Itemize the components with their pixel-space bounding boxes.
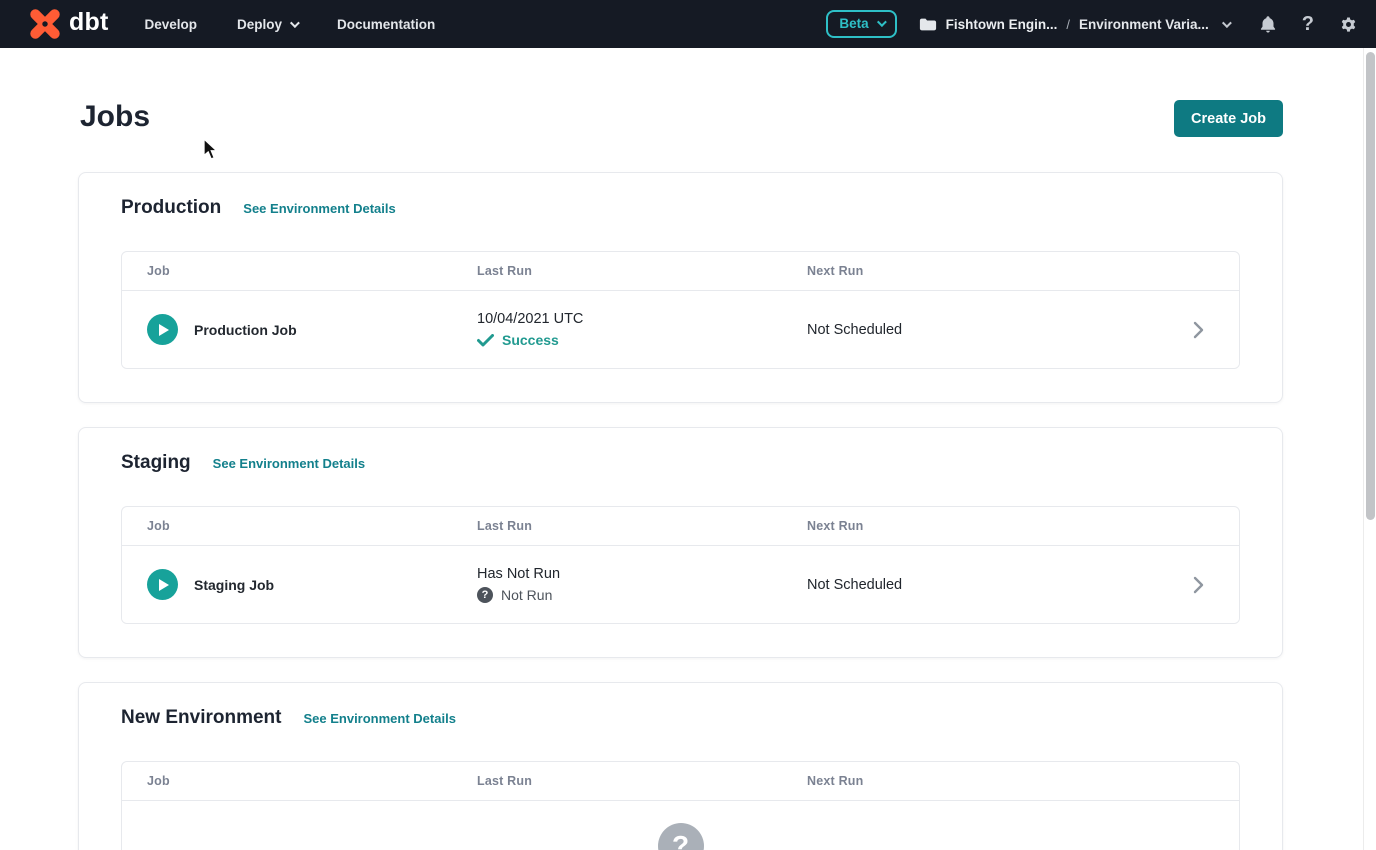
- chevron-down-icon[interactable]: [1222, 18, 1232, 28]
- top-nav: dbt Develop Deploy Documentation Beta Fi…: [0, 0, 1376, 48]
- play-icon: [159, 324, 169, 336]
- jobs-table: Job Last Run Next Run Production Job 10/…: [121, 251, 1240, 369]
- job-name: Production Job: [194, 322, 297, 338]
- status-label: Success: [502, 332, 559, 348]
- job-row[interactable]: Production Job 10/04/2021 UTC Success No…: [122, 291, 1239, 368]
- play-icon: [159, 579, 169, 591]
- jobs-table-header: Job Last Run Next Run: [122, 507, 1239, 546]
- environment-name: Production: [121, 197, 221, 219]
- last-run-cell: Has Not Run ? Not Run: [477, 566, 807, 603]
- environment-card-header: Staging See Environment Details: [121, 452, 1240, 474]
- job-cell: Staging Job: [147, 569, 477, 600]
- chevron-right-icon[interactable]: [1193, 321, 1239, 339]
- status-label: Not Run: [501, 587, 552, 603]
- column-header-next-run: Next Run: [807, 519, 1193, 533]
- dbt-brand-text: dbt: [69, 10, 108, 38]
- dbt-logo[interactable]: dbt: [28, 7, 108, 41]
- page-header: Jobs Create Job: [78, 100, 1283, 137]
- jobs-table-header: Job Last Run Next Run: [122, 252, 1239, 291]
- scrollbar-track[interactable]: [1363, 48, 1376, 850]
- breadcrumb-project[interactable]: Environment Varia...: [1079, 17, 1209, 32]
- job-row[interactable]: Staging Job Has Not Run ? Not Run Not Sc…: [122, 546, 1239, 623]
- create-job-button[interactable]: Create Job: [1174, 100, 1283, 137]
- breadcrumb: Fishtown Engin... / Environment Varia...: [919, 17, 1229, 32]
- gear-icon[interactable]: [1339, 15, 1358, 34]
- see-environment-details-link[interactable]: See Environment Details: [303, 711, 455, 726]
- chevron-down-icon: [290, 18, 300, 28]
- environment-name: New Environment: [121, 707, 281, 729]
- run-job-play-button[interactable]: [147, 569, 178, 600]
- job-name: Staging Job: [194, 577, 274, 593]
- column-header-job: Job: [147, 519, 477, 533]
- environment-card-staging: Staging See Environment Details Job Last…: [78, 427, 1283, 658]
- breadcrumb-separator: /: [1066, 17, 1070, 32]
- next-run-cell: Not Scheduled: [807, 577, 1193, 593]
- last-run-status: Success: [477, 332, 807, 348]
- column-header-last-run: Last Run: [477, 774, 807, 788]
- chevron-right-icon[interactable]: [1193, 576, 1239, 594]
- last-run-date: 10/04/2021 UTC: [477, 311, 807, 327]
- jobs-table: Job Last Run Next Run Staging Job Has No…: [121, 506, 1240, 624]
- run-job-play-button[interactable]: [147, 314, 178, 345]
- folder-icon: [919, 17, 937, 32]
- next-run-cell: Not Scheduled: [807, 322, 1193, 338]
- dbt-logo-icon: [28, 7, 62, 41]
- scrollbar-thumb[interactable]: [1366, 52, 1375, 520]
- empty-jobs-state: ?: [122, 801, 1239, 850]
- check-icon: [477, 334, 494, 347]
- nav-link-documentation[interactable]: Documentation: [337, 17, 435, 32]
- column-header-last-run: Last Run: [477, 264, 807, 278]
- environment-card-header: Production See Environment Details: [121, 197, 1240, 219]
- breadcrumb-account[interactable]: Fishtown Engin...: [946, 17, 1058, 32]
- column-header-job: Job: [147, 264, 477, 278]
- jobs-table: Job Last Run Next Run ?: [121, 761, 1240, 850]
- nav-link-deploy[interactable]: Deploy: [237, 17, 297, 32]
- last-run-date: Has Not Run: [477, 566, 807, 582]
- jobs-table-header: Job Last Run Next Run: [122, 762, 1239, 801]
- beta-dropdown[interactable]: Beta: [826, 10, 896, 38]
- environment-card-production: Production See Environment Details Job L…: [78, 172, 1283, 403]
- question-circle-icon: ?: [658, 823, 704, 850]
- help-icon[interactable]: ?: [1302, 14, 1314, 34]
- environment-card-new-environment: New Environment See Environment Details …: [78, 682, 1283, 850]
- nav-right: Beta Fishtown Engin... / Environment Var…: [826, 10, 1358, 38]
- bell-icon[interactable]: [1259, 15, 1277, 34]
- see-environment-details-link[interactable]: See Environment Details: [243, 201, 395, 216]
- environment-name: Staging: [121, 452, 191, 474]
- nav-links: Develop Deploy Documentation: [144, 17, 435, 32]
- environment-card-header: New Environment See Environment Details: [121, 707, 1240, 729]
- chevron-down-icon: [877, 17, 887, 27]
- job-cell: Production Job: [147, 314, 477, 345]
- question-circle-icon: ?: [477, 587, 493, 603]
- see-environment-details-link[interactable]: See Environment Details: [213, 456, 365, 471]
- main-content: Jobs Create Job Production See Environme…: [78, 100, 1283, 850]
- column-header-next-run: Next Run: [807, 774, 1193, 788]
- page-title: Jobs: [80, 100, 150, 134]
- column-header-next-run: Next Run: [807, 264, 1193, 278]
- last-run-status: ? Not Run: [477, 587, 807, 603]
- last-run-cell: 10/04/2021 UTC Success: [477, 311, 807, 348]
- column-header-job: Job: [147, 774, 477, 788]
- nav-link-develop[interactable]: Develop: [144, 17, 197, 32]
- nav-icon-group: ?: [1259, 14, 1358, 34]
- column-header-last-run: Last Run: [477, 519, 807, 533]
